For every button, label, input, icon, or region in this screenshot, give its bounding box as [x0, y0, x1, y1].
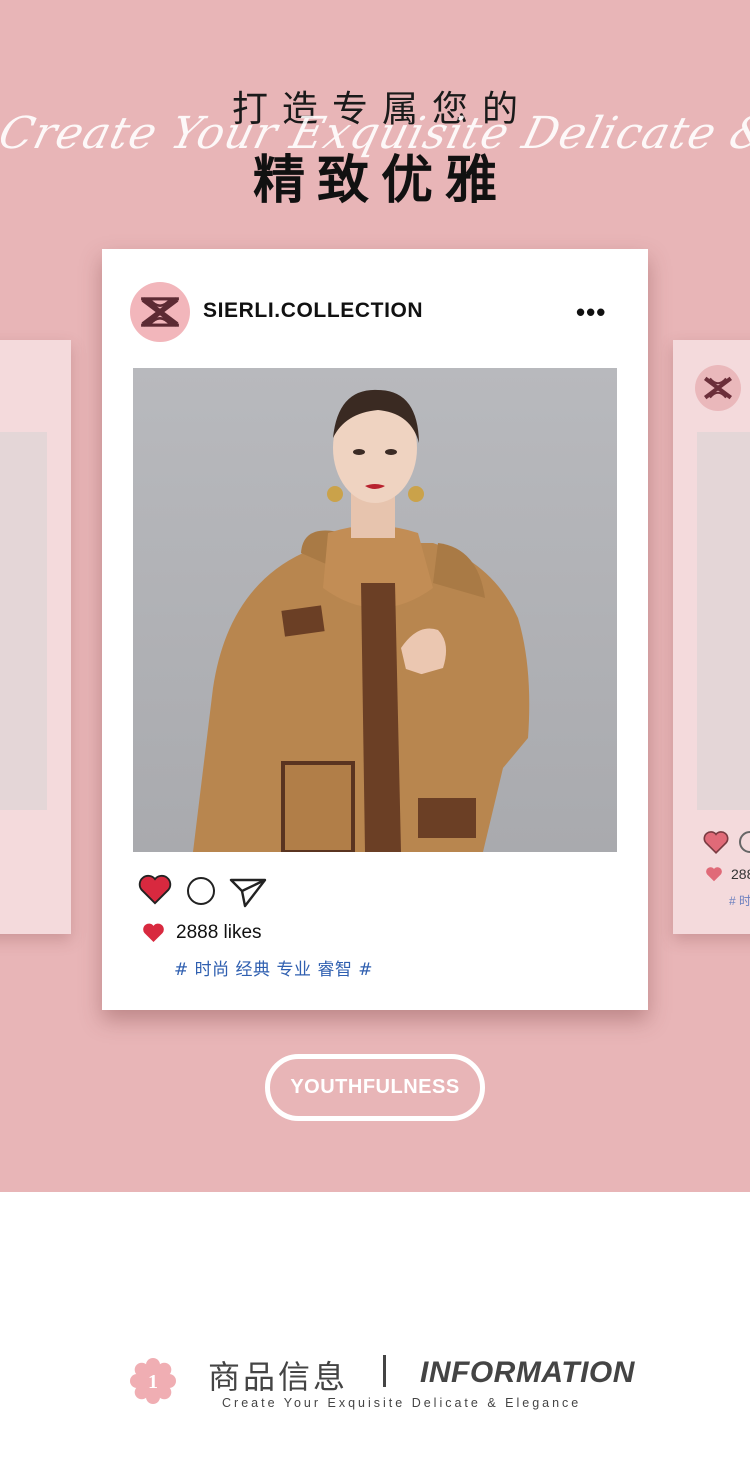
- ghost-card-image: [0, 432, 47, 810]
- flower-badge-icon: 1: [130, 1358, 176, 1404]
- ghost-card-right[interactable]: 288 # 时: [673, 340, 750, 934]
- comment-icon: [739, 831, 750, 853]
- info-divider: [383, 1355, 386, 1387]
- badge-number: 1: [148, 1371, 158, 1393]
- ghost-likes: 288: [731, 866, 750, 882]
- post-photo: [133, 368, 617, 852]
- post-card: SIERLI.COLLECTION ••• 2888 likes # 时尚 经典…: [102, 249, 648, 1010]
- send-icon[interactable]: [229, 876, 267, 908]
- post-tags[interactable]: # 时尚 经典 专业 睿智 #: [174, 955, 373, 980]
- more-icon[interactable]: •••: [576, 299, 606, 325]
- ghost-card-image: [697, 432, 750, 810]
- model-illustration: [193, 389, 530, 852]
- logo-monogram-icon[interactable]: [130, 282, 190, 342]
- heart-icon: [143, 923, 164, 943]
- info-subtitle: Create Your Exquisite Delicate & Eleganc…: [222, 1396, 582, 1410]
- hero-banner: 打造专属您的 Create Your Exquisite Delicate & …: [0, 0, 750, 1192]
- comment-icon[interactable]: [187, 877, 215, 905]
- youthfulness-label: YOUTHFULNESS: [290, 1076, 460, 1098]
- logo-monogram-icon: [695, 365, 741, 411]
- likes-count: 2888 likes: [176, 922, 262, 943]
- heart-icon: [703, 831, 729, 854]
- info-title-cn: 商品信息: [208, 1358, 349, 1396]
- ghost-tags: # 时: [729, 894, 750, 908]
- youthfulness-button[interactable]: YOUTHFULNESS: [265, 1054, 485, 1121]
- post-username[interactable]: SIERLI.COLLECTION: [203, 299, 423, 323]
- headline-main: 精致优雅: [252, 151, 509, 211]
- ghost-card-left[interactable]: [0, 340, 71, 934]
- heart-icon[interactable]: [138, 873, 172, 905]
- heart-icon: [706, 867, 722, 882]
- info-title-en: INFORMATION: [420, 1356, 635, 1389]
